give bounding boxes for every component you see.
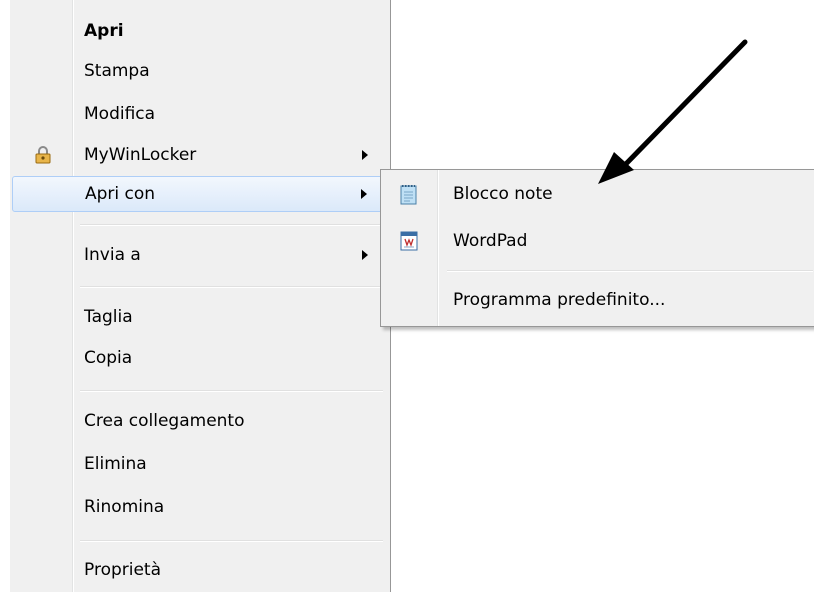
annotation-arrow	[598, 39, 748, 184]
